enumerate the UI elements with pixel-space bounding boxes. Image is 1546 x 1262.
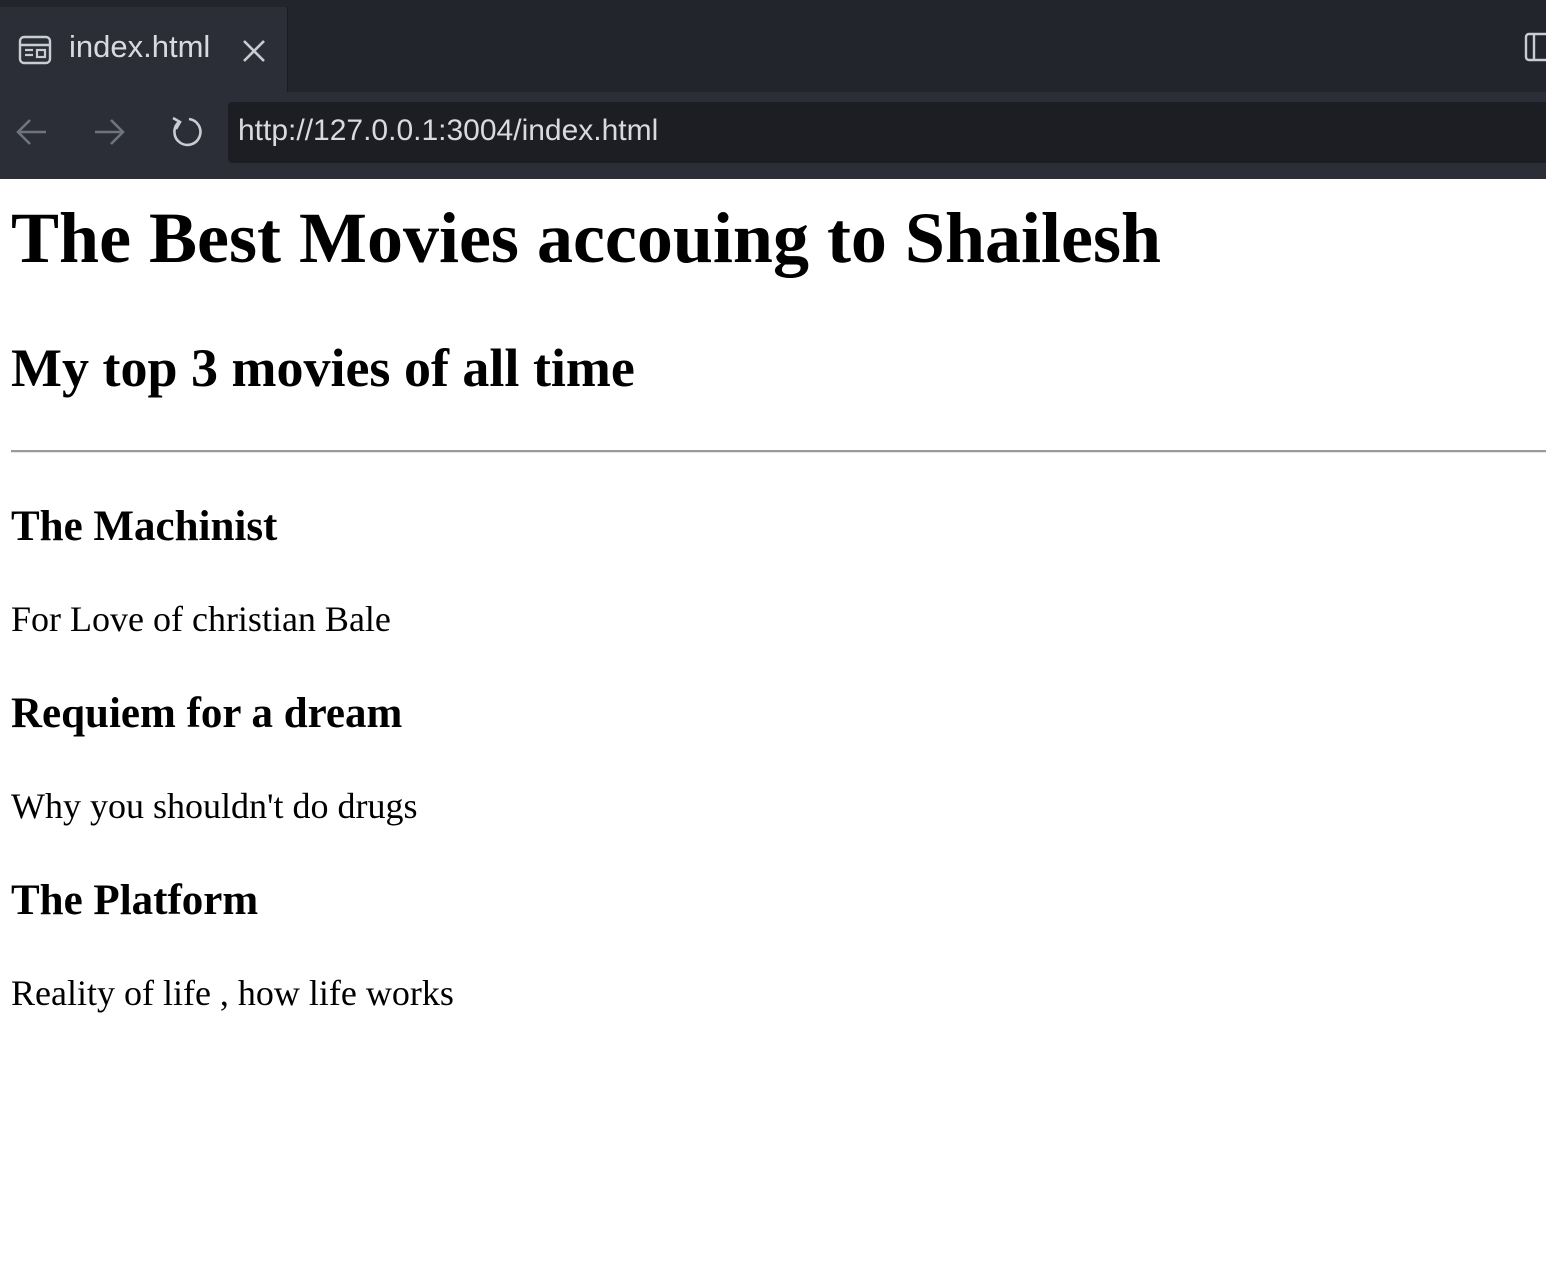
- page-subtitle: My top 3 movies of all time: [11, 338, 635, 398]
- split-view-icon[interactable]: [1524, 32, 1546, 62]
- movie-title: The Machinist: [11, 503, 278, 550]
- movie-title: The Platform: [11, 877, 259, 924]
- arrow-right-icon[interactable]: [89, 112, 129, 152]
- reload-icon[interactable]: [167, 112, 207, 152]
- movie-description: For Love of christian Bale: [11, 599, 391, 639]
- movie-description: Reality of life , how life works: [11, 973, 454, 1013]
- url-text[interactable]: http://127.0.0.1:3004/index.html: [238, 114, 658, 148]
- page-layout-icon: [18, 35, 52, 65]
- browser-chrome: index.html http://127.0.0.1:3004/index.h…: [0, 0, 1546, 179]
- tab-title: index.html: [69, 29, 211, 64]
- divider: [11, 450, 1546, 453]
- navigation-bar: http://127.0.0.1:3004/index.html: [0, 92, 1546, 179]
- page-title: The Best Movies accouing to Shailesh: [11, 198, 1162, 278]
- movie-description: Why you shouldn't do drugs: [11, 786, 418, 826]
- close-icon[interactable]: [240, 37, 268, 65]
- page-content: The Best Movies accouing to Shailesh My …: [0, 179, 1546, 1262]
- movie-title: Requiem for a dream: [11, 690, 403, 737]
- tab-bar: index.html: [0, 0, 1546, 92]
- address-bar[interactable]: http://127.0.0.1:3004/index.html: [228, 102, 1546, 163]
- arrow-left-icon[interactable]: [12, 112, 52, 152]
- tab-index-html[interactable]: index.html: [0, 7, 288, 92]
